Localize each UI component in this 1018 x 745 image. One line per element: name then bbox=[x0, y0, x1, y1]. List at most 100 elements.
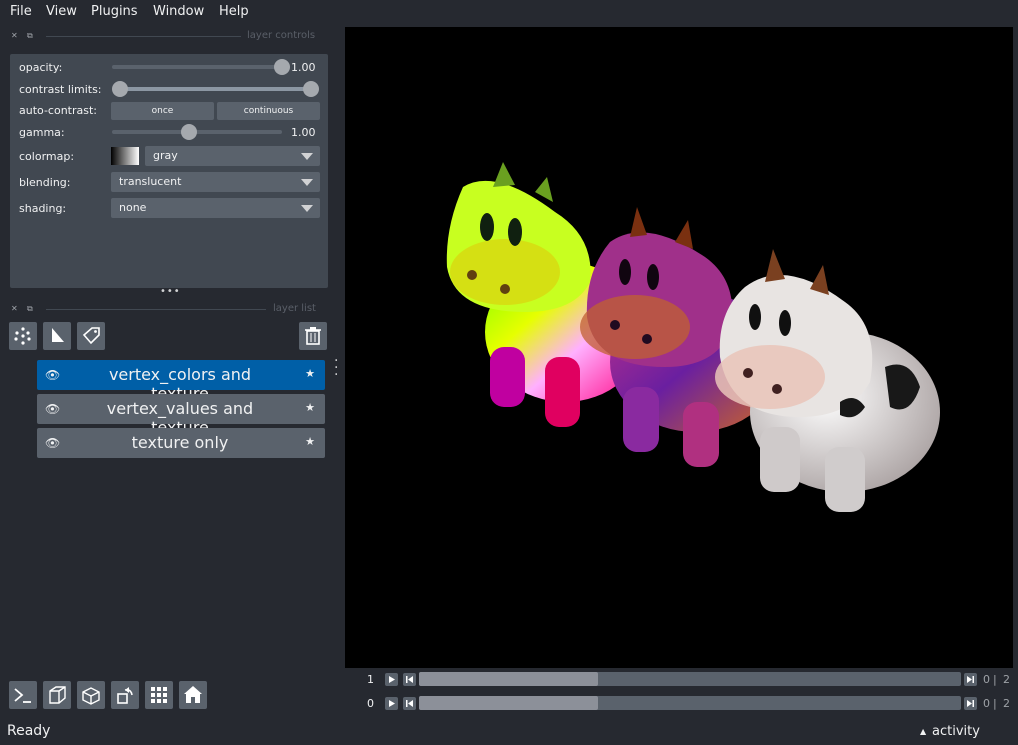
first-frame-button[interactable] bbox=[403, 673, 416, 686]
menu-bar: File View Plugins Window Help bbox=[0, 0, 1018, 24]
grid-view-button[interactable] bbox=[145, 681, 173, 709]
first-frame-button[interactable] bbox=[403, 697, 416, 710]
opacity-slider[interactable] bbox=[112, 65, 282, 69]
continuous-button[interactable]: continuous bbox=[217, 102, 320, 120]
contrast-min-handle[interactable] bbox=[112, 81, 128, 97]
opacity-slider-handle[interactable] bbox=[274, 59, 290, 75]
grid-icon bbox=[151, 687, 167, 703]
new-labels-button[interactable] bbox=[77, 322, 105, 350]
header-divider bbox=[46, 36, 241, 37]
eye-icon[interactable]: 👁 bbox=[45, 436, 60, 450]
shapes-icon bbox=[52, 328, 64, 342]
shading-label: shading: bbox=[19, 202, 67, 215]
skip-start-icon bbox=[406, 700, 413, 707]
dim-current: 0 bbox=[983, 673, 990, 686]
dim-divider: | bbox=[993, 673, 997, 686]
transpose-button[interactable] bbox=[111, 681, 139, 709]
chevron-up-icon[interactable]: ▲ bbox=[920, 727, 926, 736]
eye-icon[interactable]: 👁 bbox=[45, 368, 60, 382]
labels-icon bbox=[82, 327, 100, 345]
shading-dropdown[interactable]: none bbox=[111, 198, 320, 218]
dim-slider-thumb[interactable] bbox=[419, 696, 598, 710]
colormap-value: gray bbox=[153, 149, 178, 162]
ndisplay-button[interactable] bbox=[43, 681, 71, 709]
ndisplay-icon bbox=[49, 686, 66, 704]
console-icon bbox=[14, 688, 31, 703]
dim-current: 0 bbox=[983, 697, 990, 710]
menu-view[interactable]: View bbox=[46, 4, 77, 19]
home-icon bbox=[184, 686, 202, 703]
console-button[interactable] bbox=[9, 681, 37, 709]
colormap-dropdown[interactable]: gray bbox=[145, 146, 320, 166]
layer-row[interactable]: 👁 texture only ★ bbox=[37, 428, 325, 458]
last-frame-button[interactable] bbox=[964, 697, 977, 710]
status-text: Ready bbox=[7, 723, 51, 739]
menu-file[interactable]: File bbox=[10, 4, 32, 19]
menu-help[interactable]: Help bbox=[219, 4, 249, 19]
contrast-max-handle[interactable] bbox=[303, 81, 319, 97]
chevron-down-icon bbox=[301, 179, 313, 186]
skip-end-icon bbox=[967, 700, 974, 707]
roll-dims-button[interactable] bbox=[77, 681, 105, 709]
gamma-slider[interactable] bbox=[112, 130, 282, 134]
splitter-handle[interactable]: ••• bbox=[160, 286, 181, 297]
contrast-limits-label: contrast limits: bbox=[19, 83, 102, 96]
texture-only-cow bbox=[715, 249, 940, 512]
layer-list-title: layer list bbox=[273, 303, 316, 314]
blending-label: blending: bbox=[19, 176, 71, 189]
contrast-limits-slider[interactable] bbox=[120, 87, 312, 91]
delete-icon bbox=[305, 327, 321, 345]
auto-contrast-label: auto-contrast: bbox=[19, 104, 98, 117]
skip-end-icon bbox=[967, 676, 974, 683]
play-icon bbox=[389, 700, 395, 707]
gamma-label: gamma: bbox=[19, 126, 65, 139]
colormap-label: colormap: bbox=[19, 150, 75, 163]
viewer-canvas[interactable] bbox=[345, 27, 1013, 668]
star-icon: ★ bbox=[305, 367, 315, 380]
dim-slider-thumb[interactable] bbox=[419, 672, 598, 686]
points-icon bbox=[14, 327, 31, 345]
dim-label: 1 bbox=[367, 673, 374, 686]
layer-controls-panel: opacity: 1.00 contrast limits: auto-cont… bbox=[10, 54, 328, 288]
delete-layer-button[interactable] bbox=[299, 322, 327, 350]
dim-slider[interactable] bbox=[419, 696, 961, 710]
menu-window[interactable]: Window bbox=[153, 4, 204, 19]
layer-name: texture only bbox=[131, 433, 229, 452]
opacity-value: 1.00 bbox=[291, 61, 316, 74]
new-shapes-button[interactable] bbox=[43, 322, 71, 350]
opacity-label: opacity: bbox=[19, 61, 63, 74]
play-icon bbox=[389, 676, 395, 683]
roll-icon bbox=[82, 687, 100, 705]
dim-slider[interactable] bbox=[419, 672, 961, 686]
blending-value: translucent bbox=[119, 175, 182, 188]
dim-max: 2 bbox=[1003, 697, 1010, 710]
once-button[interactable]: once bbox=[111, 102, 214, 120]
more-options-icon[interactable]: · · · bbox=[334, 354, 338, 382]
chevron-down-icon bbox=[301, 205, 313, 212]
transpose-icon bbox=[117, 687, 133, 704]
layer-controls-title: layer controls bbox=[247, 30, 316, 41]
blending-dropdown[interactable]: translucent bbox=[111, 172, 320, 192]
new-points-button[interactable] bbox=[9, 322, 37, 350]
last-frame-button[interactable] bbox=[964, 673, 977, 686]
star-icon: ★ bbox=[305, 435, 315, 448]
gamma-value: 1.00 bbox=[291, 126, 316, 139]
layer-row[interactable]: 👁 vertex_values and texture ★ bbox=[37, 394, 325, 437]
gamma-slider-handle[interactable] bbox=[181, 124, 197, 140]
menu-plugins[interactable]: Plugins bbox=[91, 4, 138, 19]
play-button[interactable] bbox=[385, 697, 398, 710]
layer-row[interactable]: 👁 vertex_colors and texture ★ bbox=[37, 360, 325, 403]
home-button[interactable] bbox=[179, 681, 207, 709]
close-icon[interactable]: ✕ bbox=[11, 31, 18, 40]
cow-meshes bbox=[446, 162, 940, 512]
header-divider bbox=[46, 309, 266, 310]
chevron-down-icon bbox=[301, 153, 313, 160]
float-icon[interactable]: ⧉ bbox=[27, 31, 33, 41]
dim-max: 2 bbox=[1003, 673, 1010, 686]
play-button[interactable] bbox=[385, 673, 398, 686]
eye-icon[interactable]: 👁 bbox=[45, 402, 60, 416]
activity-button[interactable]: activity bbox=[932, 724, 980, 739]
close-icon[interactable]: ✕ bbox=[11, 304, 18, 313]
float-icon[interactable]: ⧉ bbox=[27, 304, 33, 314]
dim-divider: | bbox=[993, 697, 997, 710]
